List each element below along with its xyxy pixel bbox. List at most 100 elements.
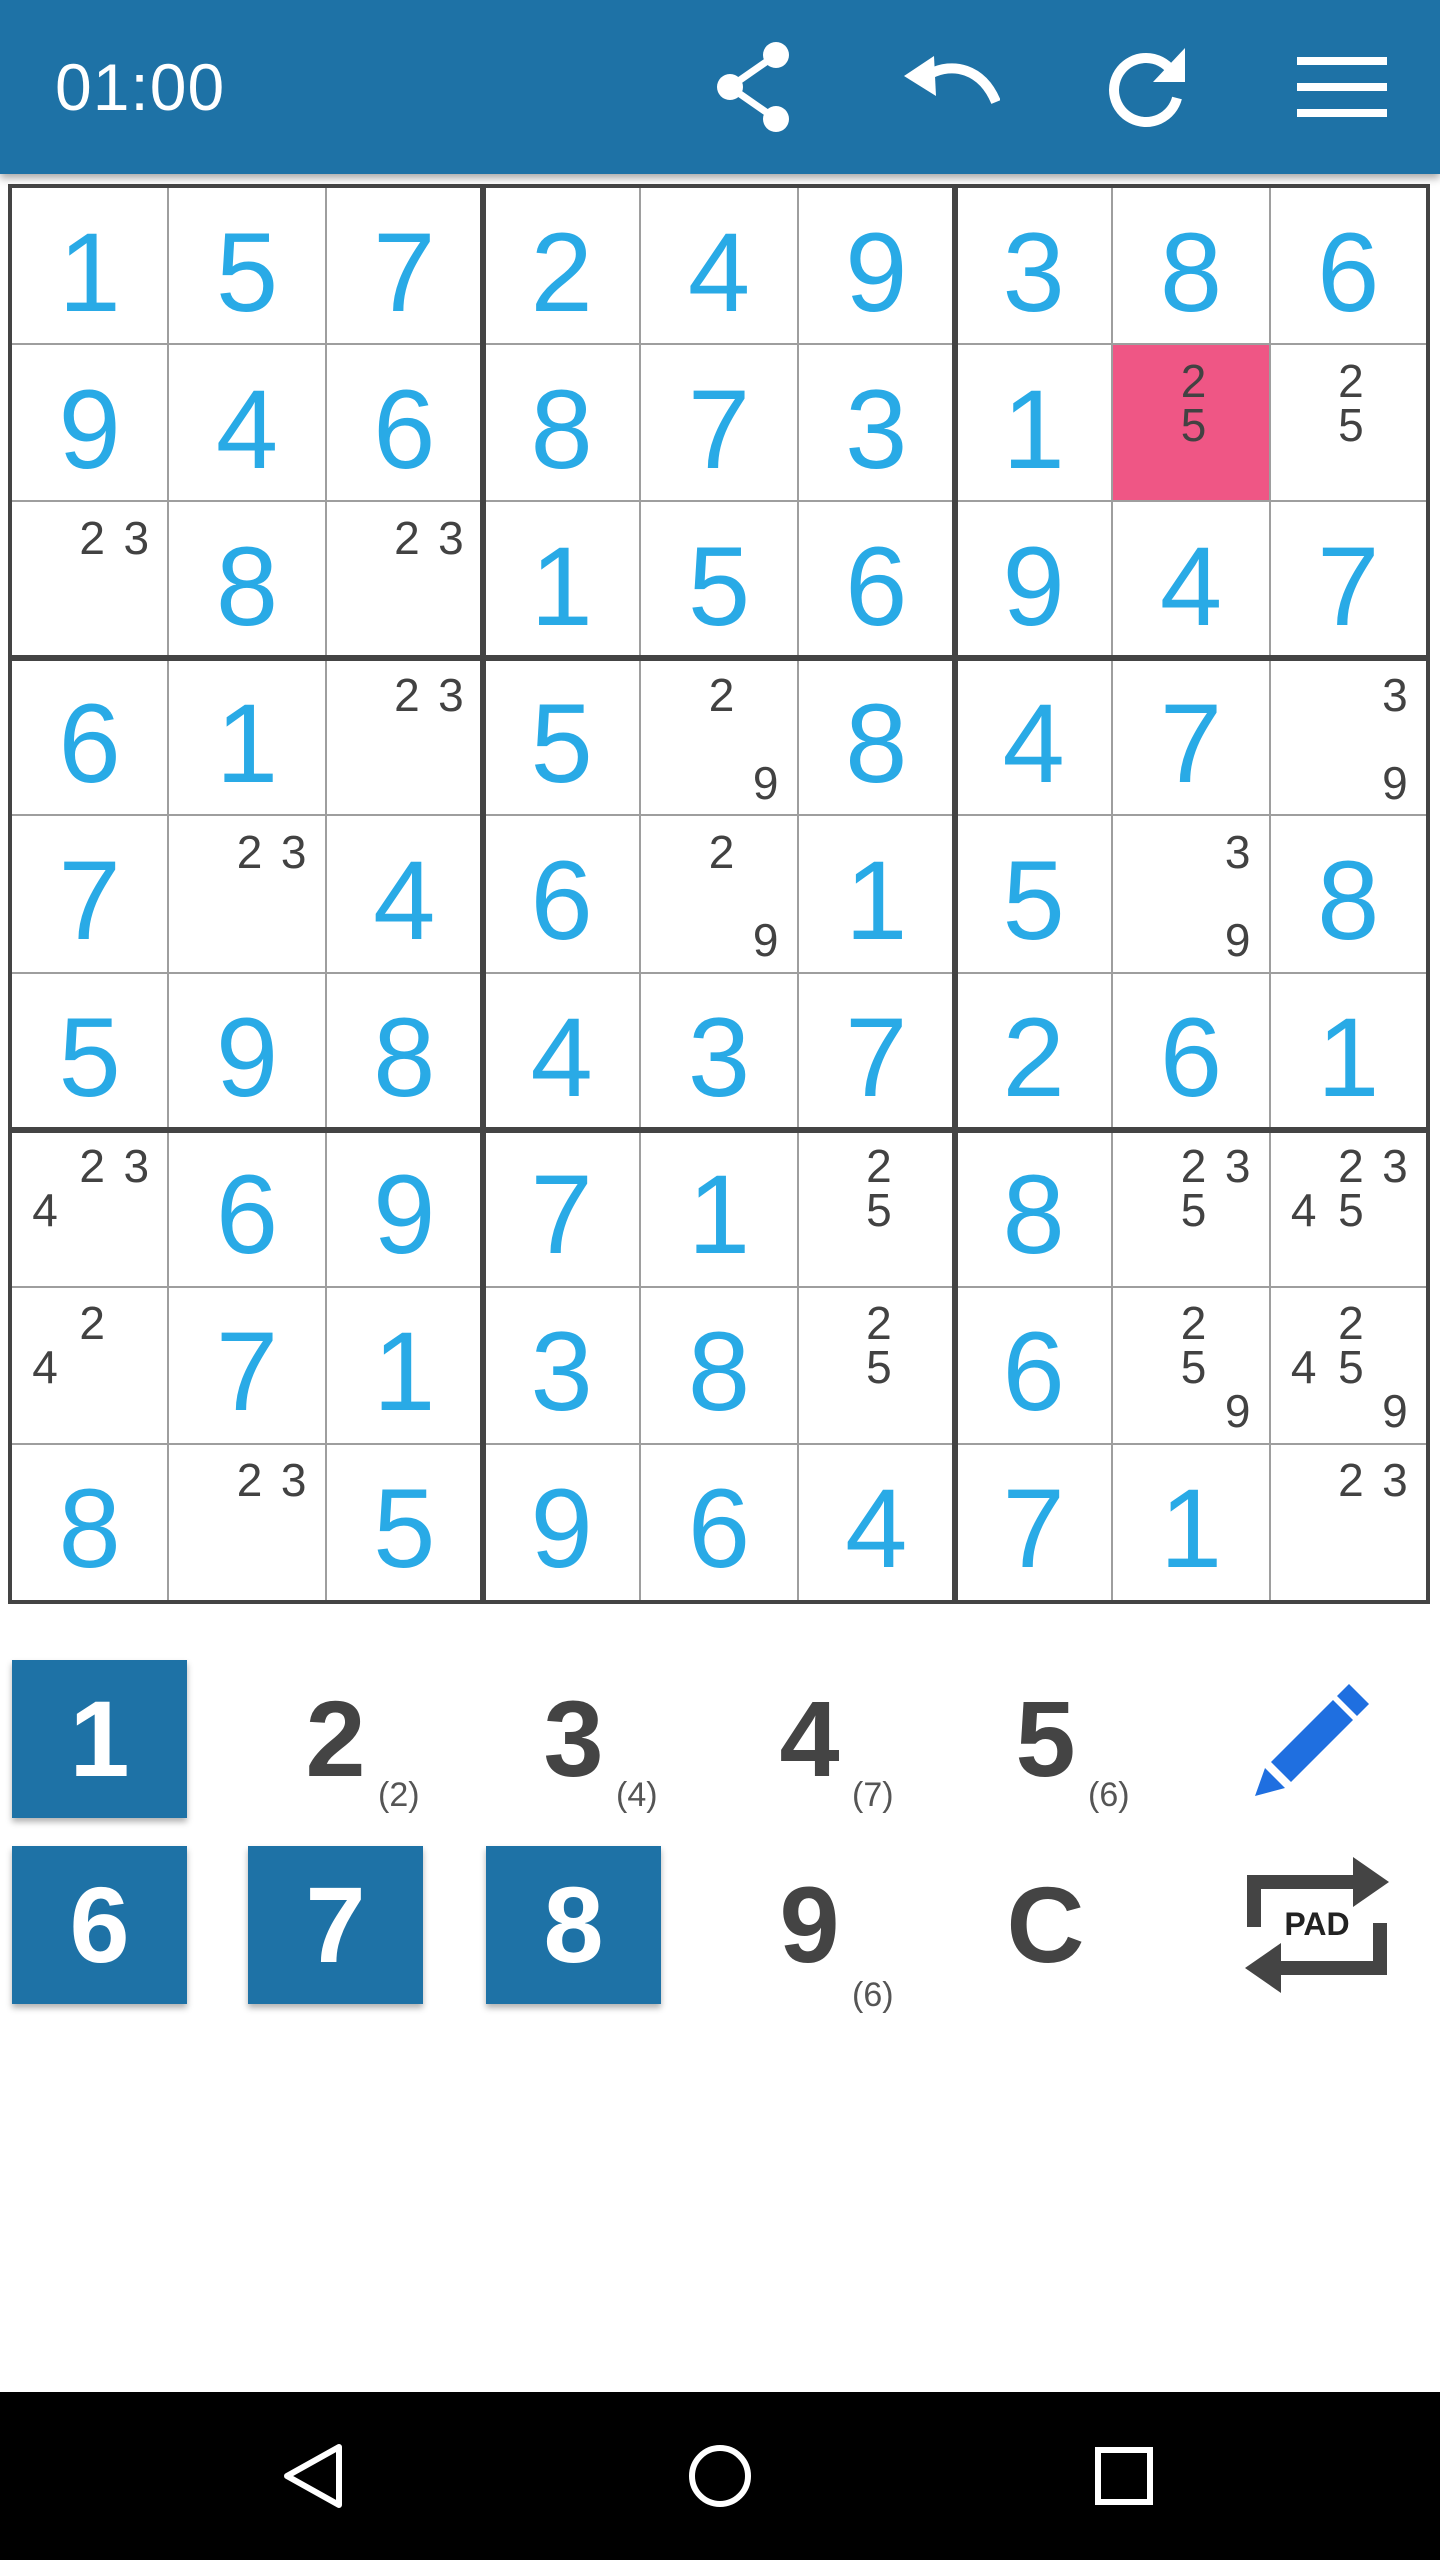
board-cell-r1c8[interactable]: 8 <box>1113 188 1271 346</box>
board-cell-r6c9[interactable]: 1 <box>1270 973 1428 1131</box>
board-cell-r1c5[interactable]: 4 <box>641 188 799 346</box>
board-cell-r9c1[interactable]: 8 <box>12 1444 170 1602</box>
board-cell-r5c2[interactable]: 23 <box>169 816 327 974</box>
board-cell-r2c1[interactable]: 9 <box>12 345 170 503</box>
board-cell-r5c4[interactable]: 6 <box>484 816 642 974</box>
board-cell-r9c3[interactable]: 5 <box>326 1444 484 1602</box>
board-cell-r2c5[interactable]: 7 <box>641 345 799 503</box>
board-cell-r6c7[interactable]: 2 <box>956 973 1114 1131</box>
keypad-key-4[interactable]: 4 (7) <box>722 1660 897 1818</box>
board-cell-r3c4[interactable]: 1 <box>484 502 642 660</box>
board-cell-r7c4[interactable]: 7 <box>484 1130 642 1288</box>
keypad-key-6[interactable]: 6 <box>12 1846 187 2004</box>
board-cell-r9c6[interactable]: 4 <box>798 1444 956 1602</box>
board-cell-r1c4[interactable]: 2 <box>484 188 642 346</box>
board-cell-r3c8[interactable]: 4 <box>1113 502 1271 660</box>
pad-toggle-button[interactable]: PAD <box>1222 1846 1412 2004</box>
board-cell-r3c1[interactable]: 23 <box>12 502 170 660</box>
board-cell-r9c2[interactable]: 23 <box>169 1444 327 1602</box>
board-cell-r7c2[interactable]: 6 <box>169 1130 327 1288</box>
board-cell-r2c6[interactable]: 3 <box>798 345 956 503</box>
board-cell-r5c6[interactable]: 1 <box>798 816 956 974</box>
board-cell-r8c4[interactable]: 3 <box>484 1287 642 1445</box>
board-cell-r6c2[interactable]: 9 <box>169 973 327 1131</box>
keypad-key-9[interactable]: 9 (6) <box>722 1846 897 2013</box>
board-cell-r4c9[interactable]: 39 <box>1270 659 1428 817</box>
board-cell-r8c6[interactable]: 25 <box>798 1287 956 1445</box>
keypad-key-1[interactable]: 1 <box>12 1660 187 1818</box>
board-cell-r2c9[interactable]: 25 <box>1270 345 1428 503</box>
board-cell-r8c5[interactable]: 8 <box>641 1287 799 1445</box>
board-cell-r5c7[interactable]: 5 <box>956 816 1114 974</box>
board-cell-r5c9[interactable]: 8 <box>1270 816 1428 974</box>
board-cell-r2c2[interactable]: 4 <box>169 345 327 503</box>
board-cell-r7c5[interactable]: 1 <box>641 1130 799 1288</box>
share-button[interactable] <box>684 0 824 174</box>
home-button[interactable] <box>640 2392 800 2560</box>
keypad-key-2[interactable]: 2 (2) <box>248 1660 423 1818</box>
board-cell-r3c2[interactable]: 8 <box>169 502 327 660</box>
recents-button[interactable] <box>1044 2392 1204 2560</box>
board-cell-r4c6[interactable]: 8 <box>798 659 956 817</box>
board-cell-r8c1[interactable]: 24 <box>12 1287 170 1445</box>
board-cell-r8c3[interactable]: 1 <box>326 1287 484 1445</box>
board-cell-r3c9[interactable]: 7 <box>1270 502 1428 660</box>
board-cell-r3c6[interactable]: 6 <box>798 502 956 660</box>
board-cell-r4c1[interactable]: 6 <box>12 659 170 817</box>
board-cell-r6c1[interactable]: 5 <box>12 973 170 1131</box>
board-cell-r8c9[interactable]: 2459 <box>1270 1287 1428 1445</box>
board-cell-r1c6[interactable]: 9 <box>798 188 956 346</box>
board-cell-r5c1[interactable]: 7 <box>12 816 170 974</box>
keypad-key-c[interactable]: C <box>958 1846 1133 2004</box>
board-cell-r4c8[interactable]: 7 <box>1113 659 1271 817</box>
menu-button[interactable] <box>1272 0 1412 174</box>
board-cell-r6c5[interactable]: 3 <box>641 973 799 1131</box>
pencil-button[interactable] <box>1222 1660 1397 1818</box>
board-cell-r8c7[interactable]: 6 <box>956 1287 1114 1445</box>
board-cell-r6c3[interactable]: 8 <box>326 973 484 1131</box>
board-cell-r7c3[interactable]: 9 <box>326 1130 484 1288</box>
board-cell-r7c1[interactable]: 234 <box>12 1130 170 1288</box>
board-cell-r4c4[interactable]: 5 <box>484 659 642 817</box>
board-cell-r2c7[interactable]: 1 <box>956 345 1114 503</box>
board-cell-r4c5[interactable]: 29 <box>641 659 799 817</box>
board-cell-r6c8[interactable]: 6 <box>1113 973 1271 1131</box>
board-cell-r6c4[interactable]: 4 <box>484 973 642 1131</box>
keypad-key-8[interactable]: 8 <box>486 1846 661 2004</box>
board-cell-r7c9[interactable]: 2345 <box>1270 1130 1428 1288</box>
back-button[interactable] <box>234 2392 394 2560</box>
board-cell-r6c6[interactable]: 7 <box>798 973 956 1131</box>
keypad-key-7[interactable]: 7 <box>248 1846 423 2004</box>
board-cell-r1c3[interactable]: 7 <box>326 188 484 346</box>
board-cell-r9c4[interactable]: 9 <box>484 1444 642 1602</box>
board-cell-r4c7[interactable]: 4 <box>956 659 1114 817</box>
board-cell-r1c1[interactable]: 1 <box>12 188 170 346</box>
board-cell-r7c6[interactable]: 25 <box>798 1130 956 1288</box>
board-cell-r1c2[interactable]: 5 <box>169 188 327 346</box>
board-cell-r5c8[interactable]: 39 <box>1113 816 1271 974</box>
board-cell-r7c8[interactable]: 235 <box>1113 1130 1271 1288</box>
undo-button[interactable] <box>880 0 1020 174</box>
board-cell-r3c7[interactable]: 9 <box>956 502 1114 660</box>
board-cell-r9c7[interactable]: 7 <box>956 1444 1114 1602</box>
board-cell-r9c9[interactable]: 23 <box>1270 1444 1428 1602</box>
board-cell-r1c7[interactable]: 3 <box>956 188 1114 346</box>
board-cell-r9c8[interactable]: 1 <box>1113 1444 1271 1602</box>
board-cell-r4c3[interactable]: 23 <box>326 659 484 817</box>
board-cell-r2c3[interactable]: 6 <box>326 345 484 503</box>
board-cell-r5c5[interactable]: 29 <box>641 816 799 974</box>
keypad-key-3[interactable]: 3 (4) <box>486 1660 661 1818</box>
redo-button[interactable] <box>1076 0 1216 174</box>
board-cell-r3c5[interactable]: 5 <box>641 502 799 660</box>
board-cell-r2c4[interactable]: 8 <box>484 345 642 503</box>
board-cell-r2c8[interactable]: 25 <box>1113 345 1271 503</box>
board-cell-r9c5[interactable]: 6 <box>641 1444 799 1602</box>
board-cell-r8c2[interactable]: 7 <box>169 1287 327 1445</box>
board-cell-r1c9[interactable]: 6 <box>1270 188 1428 346</box>
board-cell-r3c3[interactable]: 23 <box>326 502 484 660</box>
board-cell-r5c3[interactable]: 4 <box>326 816 484 974</box>
keypad-key-5[interactable]: 5 (6) <box>958 1660 1133 1818</box>
board-cell-r7c7[interactable]: 8 <box>956 1130 1114 1288</box>
board-cell-r8c8[interactable]: 259 <box>1113 1287 1271 1445</box>
board-cell-r4c2[interactable]: 1 <box>169 659 327 817</box>
